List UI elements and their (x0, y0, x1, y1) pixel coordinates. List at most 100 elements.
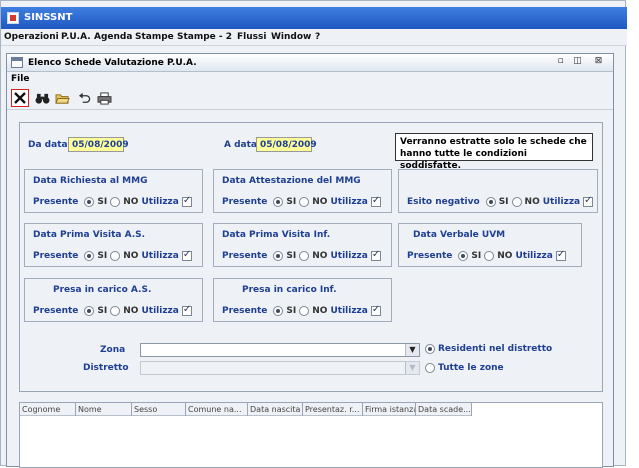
utilizza-checkbox[interactable] (181, 304, 192, 316)
si-label: SI (286, 306, 297, 316)
radio-si[interactable] (84, 197, 95, 207)
close-icon[interactable] (11, 89, 29, 107)
col-data-scadenza[interactable]: Data scade... (416, 403, 472, 416)
filter-panel: Da data 05/08/2009 A data 05/08/2009 Ver… (19, 122, 603, 392)
residenti-label: Residenti nel distretto (438, 344, 553, 354)
info-message: Verranno estratte solo le schede che han… (395, 133, 593, 171)
utilizza-checkbox[interactable] (370, 249, 381, 261)
radio-si[interactable] (84, 306, 95, 316)
radio-no[interactable] (299, 197, 310, 207)
radio-residenti[interactable] (425, 344, 435, 354)
group-presa-in-carico-as: Presa in carico A.S. Presente SI NO Util… (24, 278, 203, 322)
distretto-label: Distretto (83, 363, 129, 373)
col-data-nascita[interactable]: Data nascita (248, 403, 303, 416)
radio-no[interactable] (484, 251, 495, 261)
zona-combobox[interactable]: ▼ (140, 343, 420, 357)
esito-negativo-label: Esito negativo (407, 197, 480, 207)
utilizza-label: Utilizza (141, 251, 179, 261)
menu-window[interactable]: Window (271, 32, 311, 42)
col-sesso[interactable]: Sesso (132, 403, 186, 416)
group-options: Presente SI NO Utilizza (33, 304, 192, 317)
menu-help[interactable]: ? (315, 32, 320, 42)
menu-stampe[interactable]: Stampe (135, 32, 174, 42)
menu-agenda[interactable]: Agenda (94, 32, 132, 42)
col-cognome[interactable]: Cognome (20, 403, 76, 416)
group-data-prima-visita-inf: Data Prima Visita Inf. Presente SI NO Ut… (213, 223, 392, 267)
radio-no[interactable] (299, 306, 310, 316)
maximize-icon[interactable]: ◫ (571, 56, 584, 68)
a-data-label: A data (224, 140, 257, 150)
si-label: SI (97, 197, 108, 207)
si-label: SI (471, 251, 482, 261)
no-label: NO (312, 306, 328, 316)
menu-pua[interactable]: P.U.A. (61, 32, 91, 42)
radio-si[interactable] (273, 197, 284, 207)
printer-icon[interactable] (95, 89, 113, 107)
utilizza-checkbox[interactable] (583, 195, 594, 207)
col-presentazione[interactable]: Presentaz. r... (303, 403, 363, 416)
binoculars-icon[interactable] (33, 89, 51, 107)
col-comune-nascita[interactable]: Comune na... (186, 403, 248, 416)
chevron-down-icon[interactable]: ▼ (405, 344, 419, 356)
table-header: Cognome Nome Sesso Comune na... Data nas… (20, 403, 472, 416)
group-data-prima-visita-as: Data Prima Visita A.S. Presente SI NO Ut… (24, 223, 203, 267)
group-options: Presente SI NO Utilizza (33, 195, 192, 208)
radio-no[interactable] (511, 197, 522, 207)
radio-no[interactable] (110, 251, 121, 261)
no-label: NO (312, 251, 328, 261)
tutte-zone-option[interactable]: Tutte le zone (425, 363, 504, 373)
internal-frame-title: Elenco Schede Valutazione P.U.A. (28, 58, 197, 68)
utilizza-label: Utilizza (141, 197, 179, 207)
radio-si[interactable] (273, 306, 284, 316)
window-icon (11, 57, 23, 68)
group-title: Data Richiesta al MMG (33, 176, 148, 186)
close-window-icon[interactable]: ⊠ (592, 56, 605, 68)
radio-si[interactable] (485, 197, 496, 207)
open-folder-icon[interactable] (53, 89, 71, 107)
undo-icon[interactable] (75, 89, 93, 107)
presente-label: Presente (33, 251, 79, 261)
utilizza-checkbox[interactable] (370, 195, 381, 207)
radio-si[interactable] (273, 251, 284, 261)
menu-stampe-2[interactable]: Stampe - 2 (177, 32, 232, 42)
utilizza-checkbox[interactable] (181, 249, 192, 261)
presente-label: Presente (33, 306, 79, 316)
radio-si[interactable] (84, 251, 95, 261)
group-options: Presente SI NO Utilizza (407, 249, 566, 262)
utilizza-label: Utilizza (141, 306, 179, 316)
si-label: SI (97, 251, 108, 261)
no-label: NO (497, 251, 513, 261)
no-label: NO (312, 197, 328, 207)
results-table: Cognome Nome Sesso Comune na... Data nas… (19, 402, 603, 468)
radio-no[interactable] (110, 197, 121, 207)
radio-no[interactable] (299, 251, 310, 261)
app-logo-icon (7, 12, 19, 24)
utilizza-checkbox[interactable] (555, 249, 566, 261)
internal-menubar: File (7, 72, 613, 86)
app-title: SINSSNT (24, 12, 73, 23)
no-label: NO (123, 306, 139, 316)
radio-si[interactable] (458, 251, 469, 261)
da-data-field[interactable]: 05/08/2009 (68, 137, 129, 152)
presente-label: Presente (33, 197, 79, 207)
main-menubar: Operazioni P.U.A. Agenda Stampe Stampe -… (1, 29, 627, 46)
group-title: Data Verbale UVM (413, 230, 506, 240)
utilizza-checkbox[interactable] (181, 195, 192, 207)
col-nome[interactable]: Nome (76, 403, 132, 416)
radio-tutte-zone[interactable] (425, 363, 435, 373)
utilizza-label: Utilizza (515, 251, 553, 261)
restore-icon[interactable]: ▫ (554, 56, 567, 68)
group-data-richiesta-mmg: Data Richiesta al MMG Presente SI NO Uti… (24, 169, 203, 213)
menu-operazioni[interactable]: Operazioni (4, 32, 59, 42)
menu-flussi[interactable]: Flussi (237, 32, 266, 42)
chevron-down-icon[interactable]: ▼ (405, 362, 419, 374)
menu-file[interactable]: File (11, 74, 29, 84)
utilizza-checkbox[interactable] (370, 304, 381, 316)
residenti-option[interactable]: Residenti nel distretto (425, 344, 552, 354)
col-firma-istanza[interactable]: Firma istanza (363, 403, 416, 416)
radio-no[interactable] (110, 306, 121, 316)
utilizza-label: Utilizza (542, 197, 581, 207)
distretto-combobox[interactable]: ▼ (140, 361, 420, 375)
a-data-field[interactable]: 05/08/2009 (256, 137, 317, 152)
group-options: Presente SI NO Utilizza (222, 249, 381, 262)
